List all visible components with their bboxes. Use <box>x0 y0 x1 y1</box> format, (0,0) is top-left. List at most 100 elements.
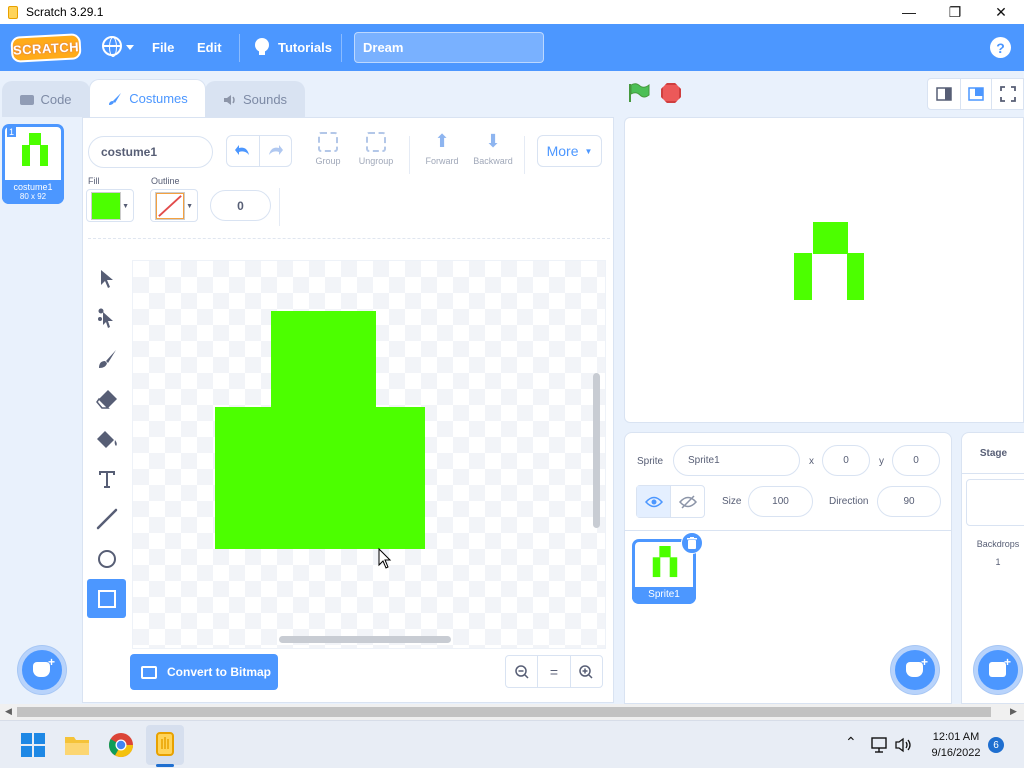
tutorials-lightbulb-icon <box>255 38 269 55</box>
stage-thumbnail[interactable] <box>966 479 1024 526</box>
fullscreen-button[interactable] <box>991 79 1023 109</box>
scroll-right-icon[interactable]: ▶ <box>1010 706 1017 717</box>
zoom-in-button[interactable] <box>569 656 602 687</box>
outline-color-picker[interactable]: ▼ <box>150 189 198 222</box>
zoom-reset-button[interactable]: = <box>537 656 569 687</box>
rectangle-tool[interactable] <box>87 579 126 618</box>
reshape-tool[interactable] <box>87 299 126 338</box>
sprite-name-input[interactable]: Sprite1 <box>673 445 800 476</box>
tray-chevron-up-icon[interactable]: ⌃ <box>845 734 857 751</box>
add-sprite-button[interactable]: + <box>891 646 939 694</box>
scratch-app-icon[interactable] <box>152 731 178 757</box>
eraser-tool[interactable] <box>87 379 126 418</box>
costume-tile[interactable]: 1 costume1 80 x 92 <box>2 124 64 204</box>
x-position-input[interactable]: 0 <box>822 445 870 476</box>
convert-to-bitmap-button[interactable]: Convert to Bitmap <box>130 654 278 690</box>
sprite-tile[interactable]: Sprite1 <box>632 532 703 604</box>
scroll-left-icon[interactable]: ◀ <box>5 706 12 717</box>
network-icon[interactable] <box>871 737 889 753</box>
paint-canvas[interactable] <box>132 260 606 649</box>
circle-tool[interactable] <box>87 539 126 578</box>
costume-drawing <box>215 311 425 569</box>
text-tool[interactable] <box>87 459 126 498</box>
paint-bucket-icon <box>96 430 117 448</box>
line-icon <box>96 508 117 529</box>
group-icon <box>318 132 338 152</box>
close-button[interactable]: ✕ <box>978 0 1024 24</box>
outline-width-input[interactable]: 0 <box>210 190 271 221</box>
caret-down-icon: ▼ <box>122 203 129 210</box>
normal-stage-icon <box>968 87 984 101</box>
volume-icon[interactable] <box>895 737 913 753</box>
line-tool[interactable] <box>87 499 126 538</box>
file-menu[interactable]: File <box>152 40 174 55</box>
add-backdrop-button[interactable]: + <box>974 646 1022 694</box>
canvas-vertical-scrollbar[interactable] <box>593 373 600 528</box>
add-costume-button[interactable]: + <box>18 646 66 694</box>
forward-button[interactable]: ⬆ Forward <box>418 132 466 166</box>
notification-badge[interactable]: 6 <box>988 737 1004 753</box>
tab-sounds[interactable]: Sounds <box>205 81 305 117</box>
file-explorer-icon[interactable] <box>64 732 90 758</box>
stop-button[interactable] <box>661 83 681 103</box>
plus-icon: + <box>47 655 55 669</box>
tab-code[interactable]: Code <box>2 81 90 117</box>
window-titlebar: Scratch 3.29.1 — ❐ ✕ <box>0 0 1024 24</box>
group-button[interactable]: Group <box>304 132 352 166</box>
green-flag-button[interactable] <box>628 83 650 103</box>
undo-button[interactable] <box>227 136 259 166</box>
sprite-info: Sprite Sprite1 x 0 y 0 Size 100 Directio… <box>625 433 951 531</box>
small-stage-button[interactable] <box>928 79 960 109</box>
scratch-logo[interactable]: SCRATCH <box>10 32 82 63</box>
maximize-button[interactable]: ❐ <box>932 0 978 24</box>
normal-stage-button[interactable] <box>959 79 992 109</box>
scrollbar-thumb[interactable] <box>17 707 991 717</box>
y-label: y <box>879 456 884 467</box>
toolbar-divider <box>279 188 280 226</box>
window-horizontal-scrollbar[interactable]: ◀ ▶ <box>0 704 1024 720</box>
sprite-label: Sprite <box>637 456 664 467</box>
image-icon <box>141 665 157 679</box>
edit-menu[interactable]: Edit <box>197 40 222 55</box>
help-button[interactable]: ? <box>990 37 1011 58</box>
speaker-icon <box>223 94 235 105</box>
windows-start-icon[interactable] <box>20 732 46 758</box>
clock-time: 12:01 AM <box>932 731 980 743</box>
ungroup-button[interactable]: Ungroup <box>352 132 400 166</box>
y-position-input[interactable]: 0 <box>892 445 940 476</box>
size-input[interactable]: 100 <box>748 486 813 517</box>
direction-input[interactable]: 90 <box>877 486 941 517</box>
chrome-icon[interactable] <box>108 732 134 758</box>
redo-button[interactable] <box>258 136 292 166</box>
backward-button[interactable]: ⬇ Backward <box>469 132 517 166</box>
system-clock[interactable]: 12:01 AM 9/16/2022 <box>922 729 990 761</box>
hide-sprite-button[interactable] <box>670 486 704 517</box>
undo-redo-group <box>226 135 292 167</box>
costume-index: 1 <box>7 127 17 137</box>
more-button[interactable]: More ▼ <box>537 135 602 167</box>
tab-costumes[interactable]: Costumes <box>89 79 206 117</box>
fill-color-picker[interactable]: ▼ <box>86 189 134 222</box>
caret-down-icon: ▼ <box>584 146 593 156</box>
language-globe-icon[interactable] <box>102 36 122 57</box>
canvas-horizontal-scrollbar[interactable] <box>279 636 451 643</box>
brush-tool[interactable] <box>87 339 126 378</box>
show-sprite-button[interactable] <box>637 486 670 517</box>
stage-canvas[interactable] <box>624 117 1024 423</box>
drawn-rectangle-top[interactable] <box>271 311 376 409</box>
select-tool[interactable] <box>87 259 126 298</box>
zoom-out-button[interactable] <box>506 656 537 687</box>
costume-name-input[interactable] <box>88 136 213 168</box>
costume-list: 1 costume1 80 x 92 + <box>0 117 70 704</box>
fill-label: Fill <box>88 176 100 186</box>
fill-tool[interactable] <box>87 419 126 458</box>
toolbar-divider <box>88 238 610 239</box>
rectangle-icon <box>97 589 116 608</box>
minimize-button[interactable]: — <box>886 0 932 24</box>
drawn-rectangle-bottom[interactable] <box>215 407 425 549</box>
project-title-input[interactable]: Dream <box>354 32 544 63</box>
delete-sprite-button[interactable] <box>681 532 703 554</box>
tutorials-menu[interactable]: Tutorials <box>278 40 332 55</box>
size-label: Size <box>722 496 742 507</box>
code-icon <box>20 94 35 105</box>
